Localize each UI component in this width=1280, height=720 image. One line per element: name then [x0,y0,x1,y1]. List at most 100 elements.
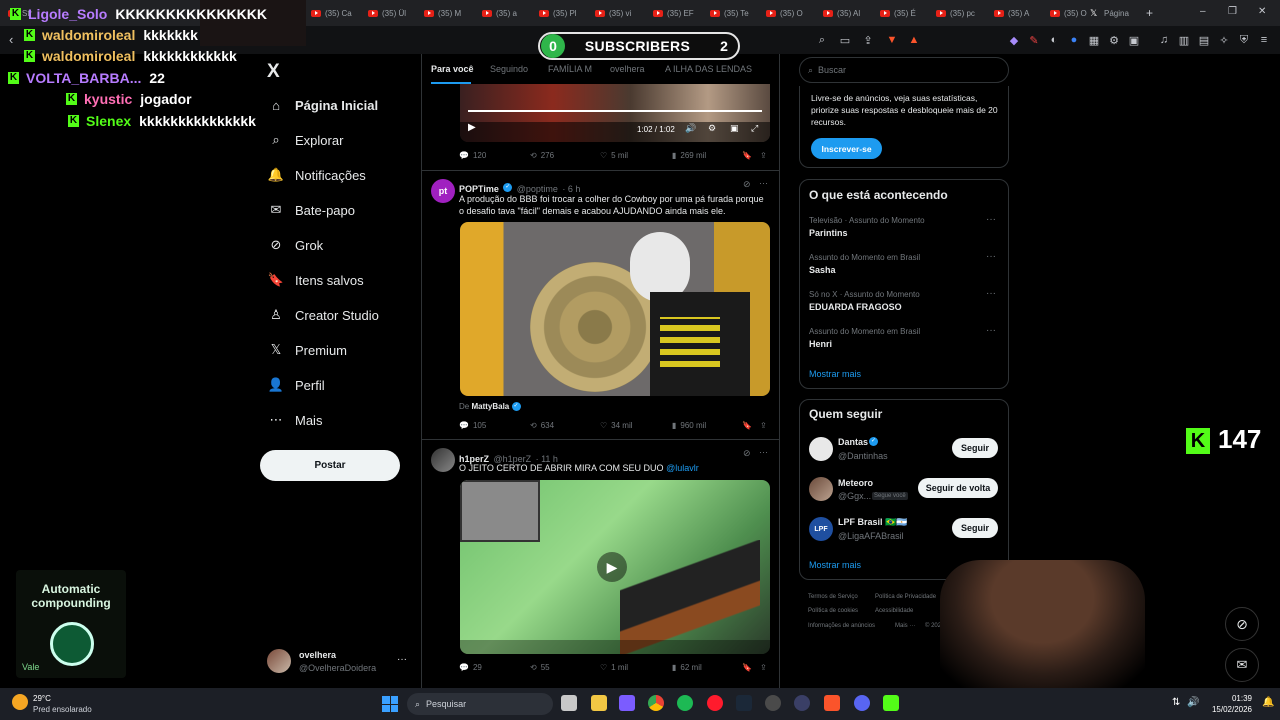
reading-list-icon[interactable]: ▥ [1177,33,1191,47]
trend-name[interactable]: Sasha [809,265,836,275]
close-window-button[interactable]: ✕ [1258,6,1266,17]
tab-seguindo[interactable]: Seguindo [490,64,528,74]
leo-ai-icon[interactable]: ✧ [1217,33,1231,47]
browser-tab[interactable]: (35) EF [653,4,697,22]
extension-2-icon[interactable]: ✎ [1027,33,1041,47]
like-action[interactable]: ♡ 5 mil [600,151,628,160]
settings-icon[interactable]: ⚙ [708,123,716,134]
taskbar-search[interactable]: ⌕ Pesquisar [407,693,553,715]
brave-icon[interactable] [824,695,840,711]
pip-icon[interactable]: ▣ [730,123,739,134]
maximize-button[interactable]: ❐ [1228,6,1237,17]
share-icon[interactable]: ⇪ [760,151,767,160]
extension-3-icon[interactable]: ◐ [1047,33,1061,47]
search-box[interactable]: ⌕ Buscar [799,57,1009,83]
trend-more-icon[interactable]: ··· [986,325,996,336]
nav-item-profile[interactable]: 👤 Perfil [268,377,325,393]
account-avatar[interactable] [267,649,291,673]
screen-capture-icon[interactable]: ▭ [838,33,852,47]
like-action[interactable]: ♡ 34 mil [600,421,633,430]
back-icon[interactable]: ‹ [9,32,13,47]
dantas-avatar[interactable] [809,437,833,461]
extensions-icon[interactable]: ⚙ [1107,33,1121,47]
steam-icon[interactable] [736,695,752,711]
sidebar-panel-icon[interactable]: ▣ [1127,33,1141,47]
nav-item-x-premium[interactable]: 𝕏 Premium [268,342,347,358]
nav-item-bookmark[interactable]: 🔖 Itens salvos [268,272,364,288]
share-icon[interactable]: ⇪ [760,663,767,672]
nav-item-creator[interactable]: ♙ Creator Studio [268,307,379,323]
post-2-mention[interactable]: @lulavlr [666,463,699,473]
chat-username[interactable]: Ligole_Solo [28,6,107,22]
opera-icon[interactable] [707,695,723,711]
brave-shield-icon[interactable]: ▼ [885,33,899,47]
share-icon[interactable]: ⇪ [861,33,875,47]
task-view-icon[interactable] [561,695,577,711]
reply-action[interactable]: 💬 29 [459,663,482,672]
volume-icon[interactable]: 🔊 [685,123,696,134]
browser-tab[interactable]: (35) Pl [539,4,583,22]
grok-float-icon[interactable]: ⊘ [1225,607,1259,641]
chat-username[interactable]: waldomiroleal [42,27,135,43]
footer-more[interactable]: Mais ··· [895,623,915,629]
chat-username[interactable]: kyustic [84,91,132,107]
repost-action[interactable]: ⟲ 634 [530,421,554,430]
trends-show-more[interactable]: Mostrar mais [809,369,861,379]
trend-name[interactable]: Henri [809,339,832,349]
volume-icon[interactable]: 🔊 [1187,697,1199,708]
brave-rewards-icon[interactable]: ▲ [907,33,921,47]
source-name[interactable]: MattyBala [471,402,509,411]
tab-para-voce[interactable]: Para você [431,64,474,74]
weather-icon[interactable] [12,694,28,710]
browser-tab[interactable]: (35) Ül [368,4,412,22]
follow-name[interactable]: LPF Brasil 🇧🇷🇦🇷 [838,517,907,528]
follow-back-button[interactable]: Seguir de volta [918,478,998,498]
messages-float-icon[interactable]: ✉ [1225,648,1259,682]
extension-5-icon[interactable]: ▦ [1087,33,1101,47]
browser-tab[interactable]: (35) M [424,4,468,22]
views-action[interactable]: ▮ 269 mil [672,151,706,160]
grok-post-icon[interactable]: ⊘ [743,179,751,190]
browser-tab[interactable]: (35) A [994,4,1038,22]
extension-1-icon[interactable]: ◆ [1007,33,1021,47]
tab-ovelhera[interactable]: ovelhera [610,64,645,74]
network-icon[interactable]: ⇅ [1172,697,1180,708]
follow-name[interactable]: Meteoro [838,478,873,488]
post-2-more-icon[interactable]: ··· [759,447,768,457]
views-action[interactable]: ▮ 62 mil [672,663,702,672]
browser-tab[interactable]: (35) pc [936,4,980,22]
grok-post-icon[interactable]: ⊘ [743,448,751,459]
footer-cookies[interactable]: Política de cookies [808,608,858,614]
repost-action[interactable]: ⟲ 276 [530,151,554,160]
subscribe-button[interactable]: Inscrever-se [811,138,882,159]
play-icon[interactable]: ▶ [597,552,627,582]
music-icon[interactable]: ♫ [1157,33,1171,47]
nav-item-more[interactable]: ⋯ Mais [268,412,323,428]
nav-item-search[interactable]: ⌕ Explorar [268,132,343,148]
trend-name[interactable]: Parintins [809,228,848,238]
zoom-icon[interactable]: ⌕ [815,33,829,47]
browser-tab[interactable]: 𝕏 Página [1090,4,1142,22]
chrome-icon[interactable] [648,695,664,711]
share-icon[interactable]: ⇪ [760,421,767,430]
menu-icon[interactable]: ≡ [1257,33,1271,47]
file-explorer-icon[interactable] [591,695,607,711]
notifications-icon[interactable]: 🔔 [1262,697,1274,708]
h1perz-avatar[interactable] [431,448,455,472]
tab-ilha-das-lendas[interactable]: A ILHA DAS LENDAS [665,64,752,74]
nav-item-grok[interactable]: ⊘ Grok [268,237,324,253]
browser-tab[interactable]: (35) Ca [311,4,355,22]
browser-tab[interactable]: (35) Te [710,4,754,22]
nav-item-mail[interactable]: ✉ Bate-papo [268,202,355,218]
browser-tab[interactable]: (35) É [880,4,924,22]
follow-button[interactable]: Seguir [952,438,998,458]
nav-item-bell[interactable]: 🔔 Notificações [268,167,366,183]
minimize-button[interactable]: – [1200,6,1206,17]
chat-username[interactable]: Slenex [86,113,131,129]
poptime-avatar[interactable]: pt [431,179,455,203]
post-1-more-icon[interactable]: ··· [759,178,768,188]
reply-action[interactable]: 💬 120 [459,151,486,160]
follow-show-more[interactable]: Mostrar mais [809,560,861,570]
follow-button[interactable]: Seguir [952,518,998,538]
lpf-avatar[interactable]: LPF [809,517,833,541]
